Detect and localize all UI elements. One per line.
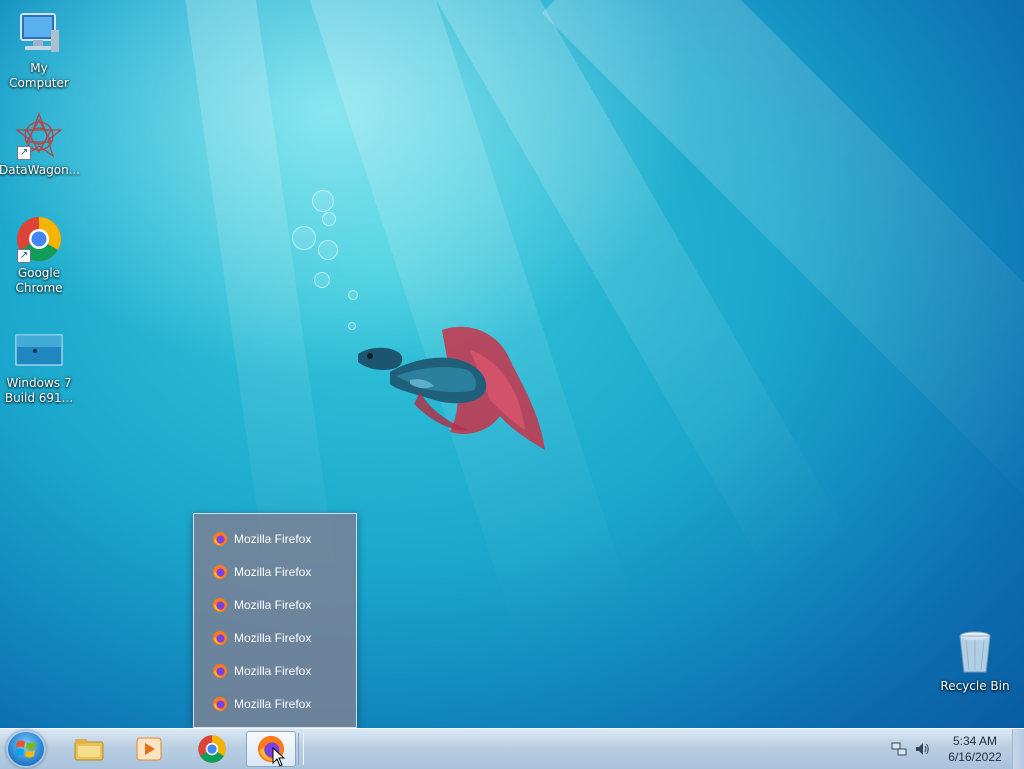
desktop-icon-label: DataWagon... (0, 163, 81, 177)
start-button[interactable] (6, 730, 46, 768)
firefox-icon (213, 532, 227, 546)
taskbar-file-explorer-button[interactable] (64, 731, 114, 767)
window-list-item[interactable]: Mozilla Firefox (204, 692, 344, 716)
desktop-icon-label: Windows 7 Build 691... (4, 376, 74, 405)
window-title: Mozilla Firefox (234, 565, 312, 579)
clock-time: 5:34 AM (952, 734, 998, 748)
betta-fish-wallpaper-icon (358, 326, 545, 450)
clock-date: 6/16/2022 (948, 750, 1002, 764)
taskbar-chrome-button[interactable] (187, 731, 237, 767)
computer-icon (15, 10, 63, 58)
window-list-item[interactable]: Mozilla Firefox (204, 659, 344, 683)
windows-logo-icon (15, 740, 36, 758)
desktop-icon-google-chrome[interactable]: ↗ Google Chrome (0, 215, 79, 296)
show-desktop-button[interactable] (1012, 729, 1024, 769)
window-list-item[interactable]: Mozilla Firefox (204, 527, 344, 551)
system-clock[interactable]: 5:34 AM 6/16/2022 (940, 733, 1010, 765)
window-title: Mozilla Firefox (234, 697, 312, 711)
desktop-icon-datawagon[interactable]: ↗ DataWagon... (0, 112, 81, 178)
recycle-bin-icon (951, 628, 999, 676)
firefox-icon (213, 631, 227, 645)
chrome-icon: ↗ (15, 215, 63, 263)
shortcut-arrow-icon: ↗ (17, 146, 31, 160)
media-player-icon (136, 737, 162, 761)
taskbar-firefox-button[interactable] (246, 731, 296, 767)
firefox-icon (213, 697, 227, 711)
windows-image-icon (15, 325, 63, 373)
bubble (292, 226, 316, 250)
desktop-icon-label: Google Chrome (15, 266, 63, 295)
desktop-icon-recycle-bin[interactable]: Recycle Bin (935, 628, 1015, 694)
firefox-icon (213, 664, 227, 678)
shortcut-arrow-icon: ↗ (17, 249, 31, 263)
datawagon-icon: ↗ (15, 112, 63, 160)
bubble (318, 240, 338, 260)
bubble (322, 212, 336, 226)
mouse-cursor-icon (272, 747, 286, 767)
firefox-icon (213, 565, 227, 579)
window-list-item[interactable]: Mozilla Firefox (204, 560, 344, 584)
desktop-icon-my-computer[interactable]: My Computer (0, 10, 79, 91)
taskbar-group-separator (298, 733, 304, 765)
volume-icon[interactable] (914, 741, 930, 757)
network-icon[interactable] (891, 741, 907, 757)
bubble (348, 290, 358, 300)
window-title: Mozilla Firefox (234, 598, 312, 612)
bubble (312, 190, 334, 212)
window-title: Mozilla Firefox (234, 631, 312, 645)
desktop-icon-label: Recycle Bin (940, 679, 1010, 693)
firefox-window-list-popup: Mozilla Firefox Mozilla Firefox Mozilla … (193, 513, 357, 728)
window-list-item[interactable]: Mozilla Firefox (204, 626, 344, 650)
window-list-item[interactable]: Mozilla Firefox (204, 593, 344, 617)
desktop-icon-windows7-build[interactable]: Windows 7 Build 691... (0, 325, 79, 406)
firefox-icon (213, 598, 227, 612)
window-title: Mozilla Firefox (234, 532, 312, 546)
file-explorer-icon (74, 739, 104, 761)
desktop-wallpaper: My Computer ↗ DataWagon... ↗ Google Chro… (0, 0, 1024, 728)
desktop-icon-label: My Computer (9, 61, 69, 90)
chrome-icon (198, 735, 226, 763)
taskbar-media-player-button[interactable] (124, 731, 174, 767)
window-title: Mozilla Firefox (234, 664, 312, 678)
bubble (314, 272, 330, 288)
taskbar: 5:34 AM 6/16/2022 (0, 728, 1024, 769)
